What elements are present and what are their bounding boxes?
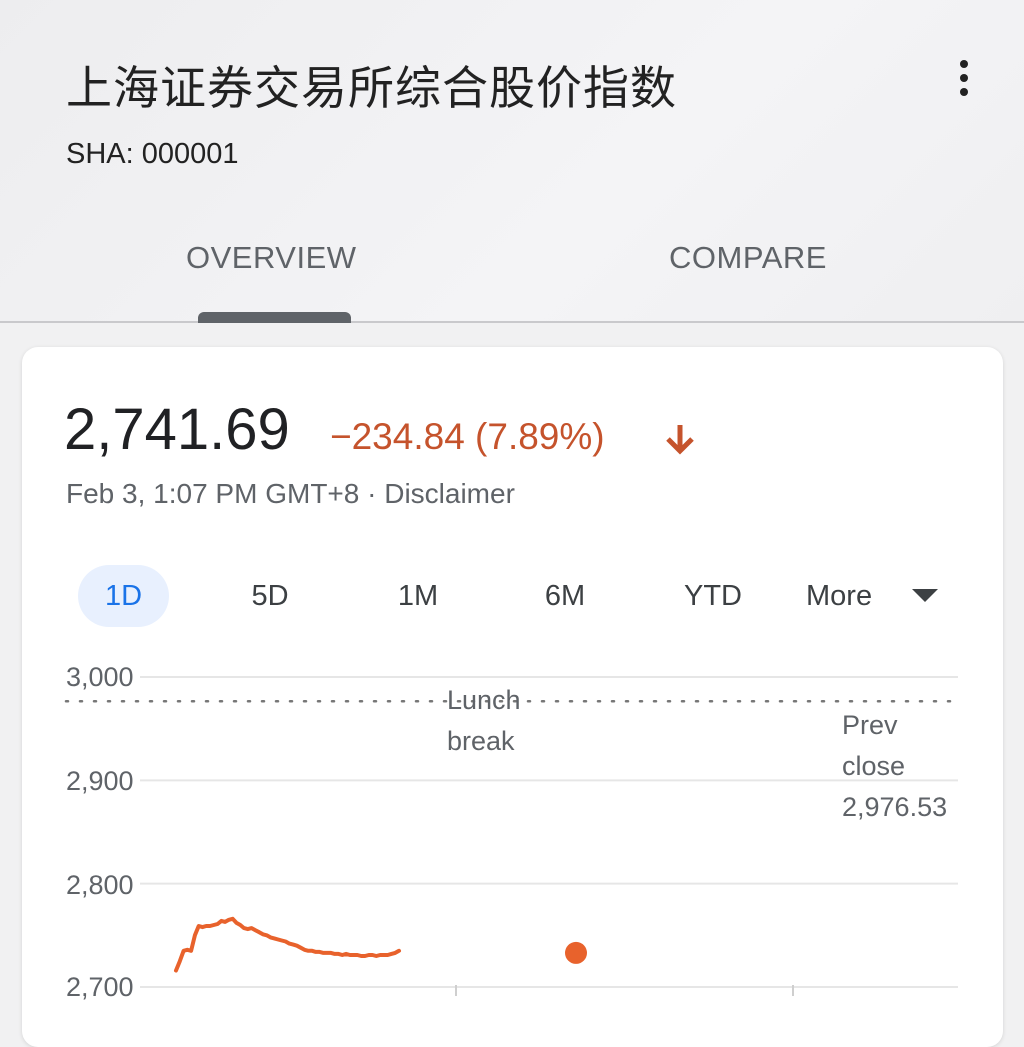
lunch-break-line1: Lunch [447, 685, 521, 715]
prev-close-value: 2,976.53 [842, 792, 948, 822]
lunch-break-line2: break [447, 726, 515, 756]
y-axis-tick-label: 3,000 [66, 662, 134, 692]
y-axis-tick-label: 2,900 [66, 766, 134, 796]
prev-close-line2: close [842, 751, 906, 781]
current-price-marker [565, 941, 587, 964]
prev-close-label: Prev close 2,976.53 [842, 705, 947, 828]
lunch-break-label: Lunch break [447, 680, 521, 762]
y-axis-tick-label: 2,700 [66, 972, 134, 1002]
price-series-line [174, 916, 401, 973]
chart-series [174, 916, 587, 973]
y-axis-tick-label: 2,800 [66, 870, 134, 900]
prev-close-line1: Prev [842, 710, 898, 740]
price-chart [64, 676, 960, 996]
